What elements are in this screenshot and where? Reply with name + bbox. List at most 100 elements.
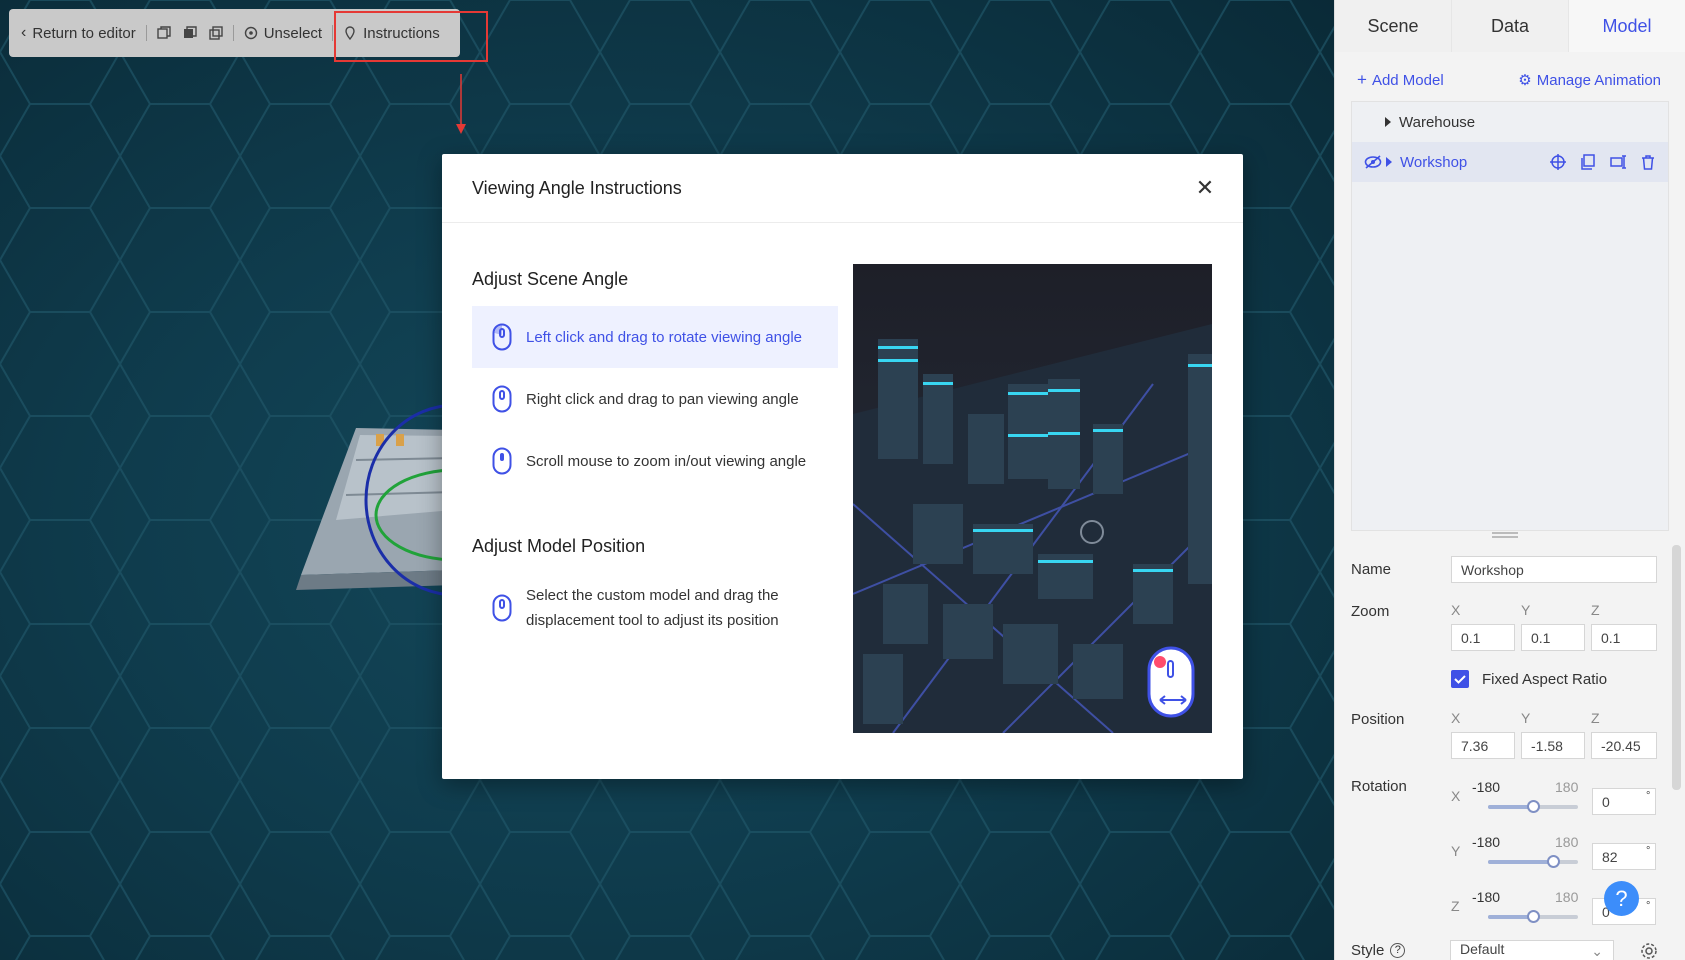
instruction-scroll[interactable]: Scroll mouse to zoom in/out viewing angl… [472, 430, 838, 492]
zoom-y-label: Y [1521, 602, 1531, 618]
name-label: Name [1351, 561, 1392, 578]
divider [332, 25, 334, 41]
view-top-icon[interactable] [183, 26, 197, 40]
instruction-text: Left click and drag to rotate viewing an… [526, 328, 802, 346]
properties-panel: Scene Data Model + Add Model ⚙ Manage An… [1334, 0, 1685, 960]
caret-right-icon[interactable] [1386, 157, 1392, 167]
section-title-model: Adjust Model Position [472, 536, 646, 556]
check-icon [1454, 675, 1466, 684]
mouse-left-click-icon [492, 323, 512, 351]
rotation-y-axis: Y [1451, 843, 1461, 859]
model-tree: Warehouse Workshop [1351, 101, 1669, 531]
panel-actions: + Add Model ⚙ Manage Animation [1335, 52, 1685, 108]
zoom-label: Zoom [1351, 603, 1390, 620]
zoom-z-label: Z [1591, 602, 1600, 618]
rotation-z-min: -180 [1472, 889, 1501, 905]
add-model-button[interactable]: + Add Model [1357, 70, 1444, 90]
resize-handle[interactable] [1492, 532, 1518, 538]
divider [145, 25, 147, 41]
section-title-scene: Adjust Scene Angle [472, 269, 629, 289]
view-side-icon[interactable] [209, 26, 223, 40]
style-select[interactable]: Default ⌄ [1450, 940, 1614, 960]
caret-right-icon[interactable] [1385, 117, 1391, 127]
panel-tabs: Scene Data Model [1335, 0, 1685, 52]
style-settings-gear-icon[interactable] [1640, 942, 1658, 960]
position-z-field[interactable]: -20.45 [1591, 732, 1657, 759]
style-label-row: Style ? [1351, 942, 1406, 959]
return-to-editor-button[interactable]: ‹ Return to editor [21, 24, 136, 42]
locate-icon[interactable] [1550, 154, 1566, 170]
name-field[interactable]: Workshop [1451, 556, 1657, 583]
return-label: Return to editor [32, 24, 136, 42]
divider [232, 25, 234, 41]
rotation-y-min: -180 [1472, 834, 1501, 850]
chevron-left-icon: ‹ [21, 24, 27, 41]
rotation-y-max: 180 [1555, 834, 1579, 850]
style-label: Style [1351, 942, 1385, 959]
help-button[interactable]: ? [1604, 881, 1639, 916]
workshop-model[interactable] [296, 400, 456, 610]
zoom-y-field[interactable]: 0.1 [1521, 624, 1585, 651]
modal-title: Viewing Angle Instructions [472, 177, 682, 198]
rotation-y-slider-knob[interactable] [1547, 855, 1560, 868]
zoom-z-field[interactable]: 0.1 [1591, 624, 1657, 651]
unselect-label: Unselect [263, 24, 323, 42]
modal-header: Viewing Angle Instructions [442, 154, 1243, 223]
target-icon [244, 26, 257, 40]
instruction-line-1: Select the custom model and drag the [526, 587, 779, 604]
position-x-field[interactable]: 7.36 [1451, 732, 1515, 759]
unselect-button[interactable]: Unselect [244, 25, 322, 42]
fixed-ratio-checkbox[interactable] [1451, 670, 1469, 688]
copy-icon[interactable] [1580, 154, 1596, 170]
rotation-z-axis: Z [1451, 898, 1460, 914]
rotation-y-slider-fill [1488, 860, 1553, 864]
position-y-label: Y [1521, 710, 1531, 726]
degree-symbol: ° [1646, 790, 1651, 802]
tree-item-label: Workshop [1400, 153, 1468, 171]
rotation-x-axis: X [1451, 788, 1461, 804]
trash-icon[interactable] [1640, 154, 1656, 170]
instruction-text: Select the custom model and drag the dis… [526, 583, 779, 633]
rename-icon[interactable] [1610, 154, 1626, 170]
tab-scene[interactable]: Scene [1335, 0, 1451, 52]
instructions-modal: Viewing Angle Instructions ✕ Adjust Scen… [442, 154, 1243, 779]
rotation-label: Rotation [1351, 778, 1407, 795]
instruction-model-drag[interactable]: Select the custom model and drag the dis… [472, 571, 838, 645]
rotation-z-max: 180 [1555, 889, 1579, 905]
tree-item-warehouse[interactable]: Warehouse [1352, 102, 1668, 142]
instruction-preview-image [853, 264, 1212, 733]
tree-item-label: Warehouse [1399, 113, 1476, 131]
zoom-x-field[interactable]: 0.1 [1451, 624, 1515, 651]
chevron-down-icon: ⌄ [1591, 943, 1603, 959]
degree-symbol: ° [1646, 900, 1651, 912]
mouse-right-click-icon [492, 385, 512, 413]
position-z-label: Z [1591, 710, 1600, 726]
tab-model[interactable]: Model [1568, 0, 1685, 52]
tab-data[interactable]: Data [1451, 0, 1568, 52]
rotation-x-min: -180 [1472, 779, 1501, 795]
mouse-drag-icon [492, 594, 512, 622]
manage-animation-button[interactable]: ⚙ Manage Animation [1518, 71, 1661, 90]
instruction-text: Right click and drag to pan viewing angl… [526, 390, 799, 408]
instruction-line-2: displacement tool to adjust its position [526, 612, 779, 629]
instruction-left-click[interactable]: Left click and drag to rotate viewing an… [472, 306, 838, 368]
eye-hidden-icon[interactable] [1364, 154, 1382, 170]
position-x-label: X [1451, 710, 1461, 726]
rotation-x-max: 180 [1555, 779, 1579, 795]
instruction-text: Scroll mouse to zoom in/out viewing angl… [526, 452, 807, 470]
position-y-field[interactable]: -1.58 [1521, 732, 1585, 759]
city-preview-illustration [853, 264, 1212, 733]
rotation-z-slider-knob[interactable] [1527, 910, 1540, 923]
rotation-x-slider-knob[interactable] [1527, 800, 1540, 813]
close-icon[interactable]: ✕ [1195, 177, 1215, 199]
row-tools [1550, 154, 1656, 170]
instruction-right-click[interactable]: Right click and drag to pan viewing angl… [472, 368, 838, 430]
plus-icon: + [1357, 70, 1367, 89]
degree-symbol: ° [1646, 845, 1651, 857]
fixed-ratio-label: Fixed Aspect Ratio [1482, 671, 1608, 688]
tree-item-workshop[interactable]: Workshop [1352, 142, 1668, 182]
question-circle-icon[interactable]: ? [1390, 943, 1406, 958]
instructions-highlight-box [334, 11, 488, 62]
panel-scrollbar[interactable] [1672, 545, 1681, 790]
view-front-icon[interactable] [157, 26, 171, 40]
